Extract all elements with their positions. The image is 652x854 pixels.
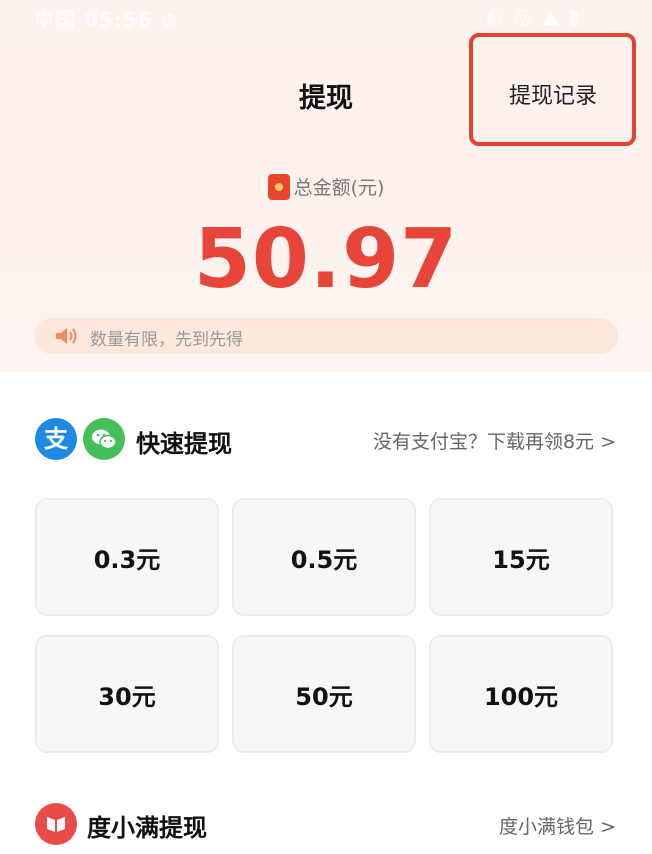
- status-bar-right: ◐ ◎ ▲ ▮: [485, 4, 582, 28]
- status-bar: 中国 05:56 ⊙ ◐ ◎ ▲ ▮: [0, 0, 652, 36]
- notice-bar: 数量有限，先到先得: [34, 318, 618, 354]
- total-amount-value: 50.97: [193, 212, 459, 307]
- red-packet-icon: [267, 174, 290, 200]
- total-amount-label: 总金额(元): [293, 177, 385, 199]
- amount-option-15[interactable]: 15元: [429, 498, 613, 616]
- amount-option-100[interactable]: 100元: [429, 635, 613, 753]
- status-bar-left: 中国 05:56 ⊙: [34, 8, 179, 32]
- amount-option-0-3[interactable]: 0.3元: [35, 498, 219, 616]
- quick-withdraw-title: 快速提现: [136, 430, 232, 458]
- amount-option-50[interactable]: 50元: [232, 635, 416, 753]
- duxiaoman-withdraw-title: 度小满提现: [87, 814, 207, 842]
- total-amount-label-row: 总金额(元): [0, 173, 652, 200]
- download-alipay-link[interactable]: 没有支付宝？下载再领8元 >: [373, 427, 616, 454]
- speaker-icon: [56, 328, 77, 344]
- amount-option-30[interactable]: 30元: [35, 635, 219, 753]
- alipay-icon: 支: [35, 418, 77, 460]
- duxiaoman-wallet-link[interactable]: 度小满钱包 >: [499, 812, 616, 839]
- amount-option-0-5[interactable]: 0.5元: [232, 498, 416, 616]
- withdraw-record-link[interactable]: 提现记录: [509, 78, 597, 110]
- duxiaoman-icon: [35, 803, 77, 845]
- notice-text: 数量有限，先到先得: [90, 330, 243, 350]
- wechat-icon: [83, 418, 125, 460]
